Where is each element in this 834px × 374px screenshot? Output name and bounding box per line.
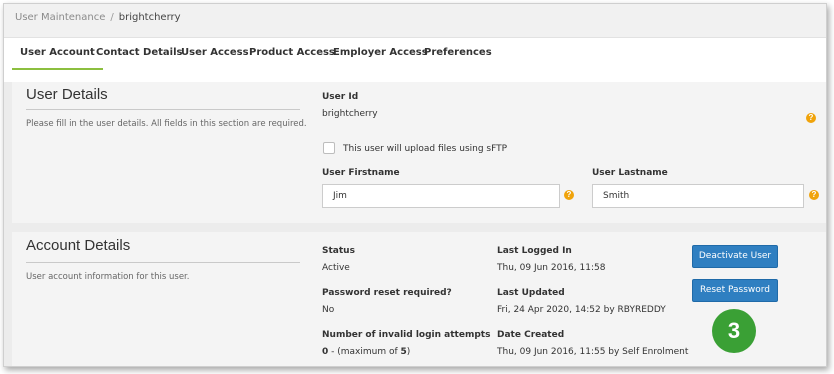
lastname-help-icon[interactable]: ?: [809, 190, 819, 200]
reset-password-button[interactable]: Reset Password: [692, 279, 778, 302]
date-created-value: Thu, 09 Jun 2016, 11:55 by Self Enrolmen…: [497, 347, 689, 357]
lastname-label: User Lastname: [592, 168, 668, 178]
user-details-panel: User Details Please fill in the user det…: [12, 82, 826, 223]
user-details-divider: [26, 109, 300, 110]
tab-contact-details[interactable]: Contact Details: [96, 38, 182, 82]
user-id-label: User Id: [322, 92, 359, 102]
sftp-checkbox-label: This user will upload files using sFTP: [343, 144, 508, 154]
breadcrumb-parent-link[interactable]: User Maintenance: [15, 12, 105, 23]
breadcrumb: User Maintenance / brightcherry: [4, 4, 826, 38]
user-id-value: brightcherry: [322, 109, 378, 119]
sftp-checkbox[interactable]: [323, 142, 335, 154]
lastname-field[interactable]: Smith: [592, 184, 804, 208]
firstname-field[interactable]: Jim: [322, 184, 560, 208]
invalid-attempts-value: 0 - (maximum of 5): [322, 347, 410, 357]
last-logged-in-value: Thu, 09 Jun 2016, 11:58: [497, 263, 606, 273]
invalid-attempts-prefix: - (maximum of: [328, 347, 401, 357]
user-details-title: User Details: [26, 86, 108, 103]
account-details-description: User account information for this user.: [26, 272, 190, 282]
breadcrumb-separator: /: [110, 12, 114, 23]
firstname-help-icon[interactable]: ?: [564, 190, 574, 200]
window-frame: User Maintenance / brightcherry User Accou…: [3, 3, 827, 367]
status-value: Active: [322, 263, 350, 273]
tab-bar: User Account Contact Details User Access…: [4, 38, 826, 82]
user-details-description: Please fill in the user details. All fie…: [26, 119, 307, 129]
breadcrumb-current: brightcherry: [118, 12, 181, 23]
tab-employer-access[interactable]: Employer Access: [333, 38, 428, 82]
last-updated-label: Last Updated: [497, 288, 565, 298]
status-label: Status: [322, 246, 355, 256]
firstname-label: User Firstname: [322, 168, 400, 178]
deactivate-user-button[interactable]: Deactivate User: [692, 245, 778, 268]
date-created-label: Date Created: [497, 330, 565, 340]
invalid-attempts-label: Number of invalid login attempts: [322, 330, 491, 340]
tab-preferences[interactable]: Preferences: [424, 38, 492, 82]
last-updated-value: Fri, 24 Apr 2020, 14:52 by RBYREDDY: [497, 305, 666, 315]
tab-user-account[interactable]: User Account: [12, 38, 103, 82]
reset-required-value: No: [322, 305, 335, 315]
account-details-divider: [26, 262, 300, 263]
tab-user-access[interactable]: User Access: [181, 38, 249, 82]
step-number-badge: 3: [712, 309, 756, 353]
user-id-help-icon[interactable]: ?: [806, 113, 816, 123]
tab-product-access[interactable]: Product Access: [249, 38, 335, 82]
invalid-attempts-suffix: ): [406, 347, 411, 357]
reset-required-label: Password reset required?: [322, 288, 452, 298]
account-details-panel: Account Details User account information…: [12, 232, 826, 366]
account-details-title: Account Details: [26, 237, 131, 254]
last-logged-in-label: Last Logged In: [497, 246, 572, 256]
